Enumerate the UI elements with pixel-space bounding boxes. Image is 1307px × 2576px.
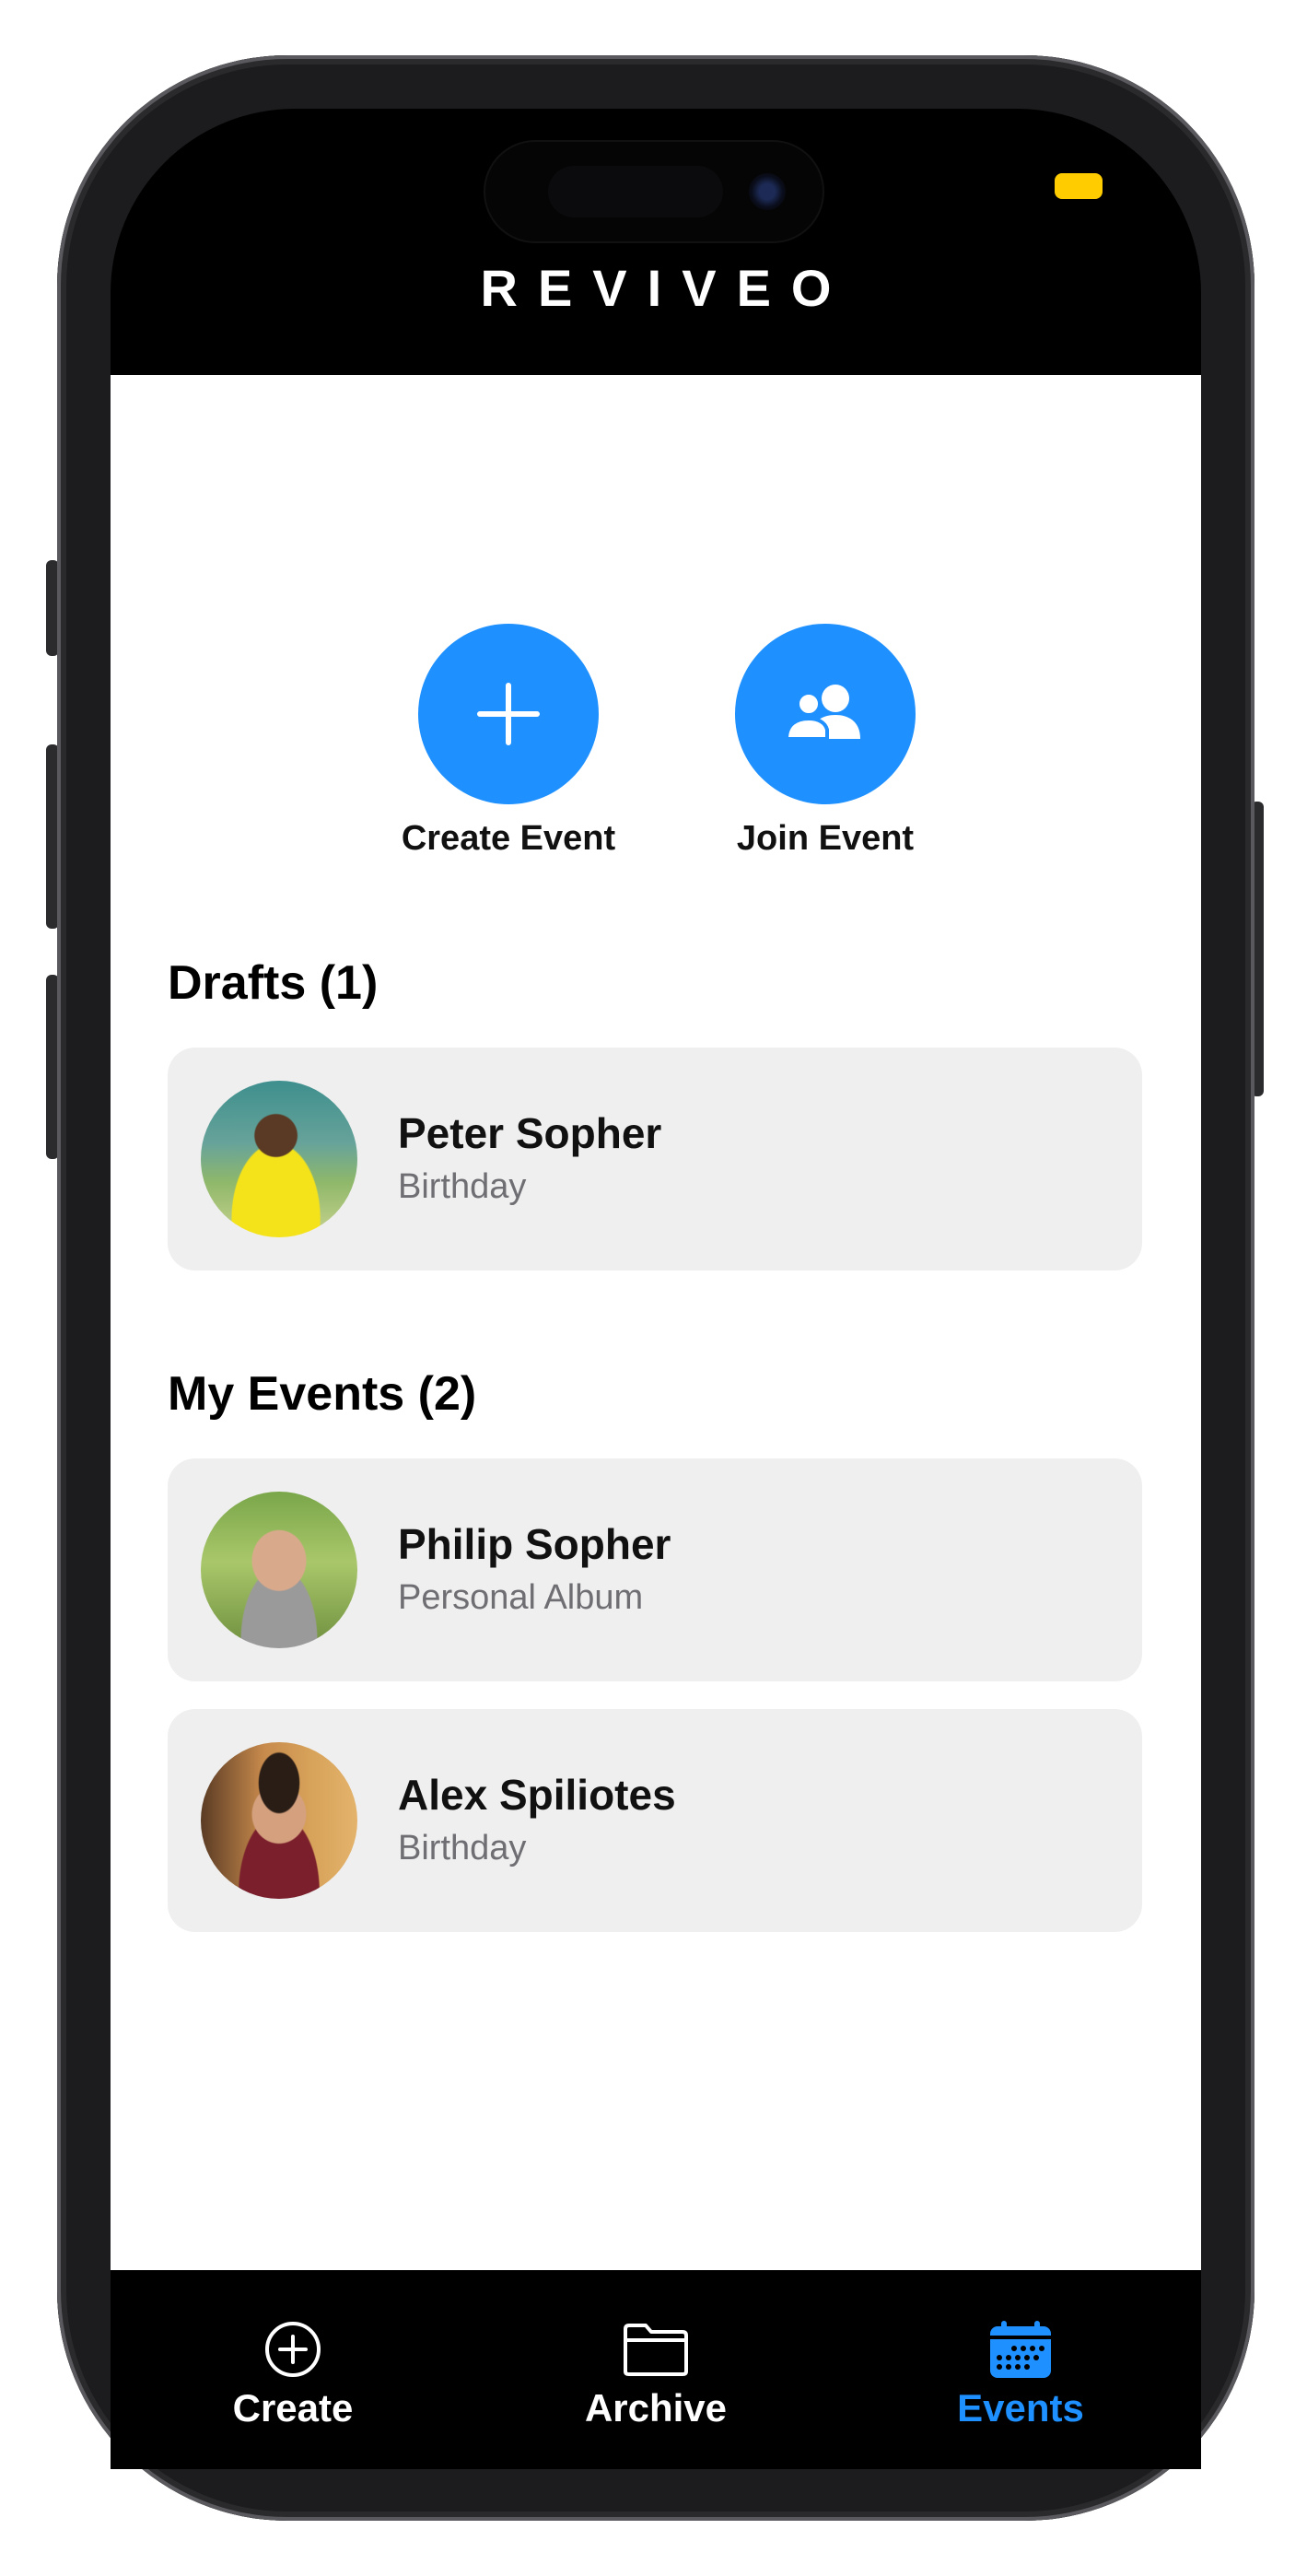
- calendar-icon: [990, 2321, 1051, 2378]
- create-event-circle[interactable]: [418, 624, 599, 804]
- avatar: [201, 1081, 357, 1237]
- event-card[interactable]: Alex Spiliotes Birthday: [168, 1709, 1142, 1932]
- create-event-button[interactable]: Create Event: [389, 624, 628, 859]
- event-name: Alex Spiliotes: [398, 1771, 676, 1819]
- tab-bar: Create Archive Events: [111, 2270, 1201, 2469]
- event-name: Philip Sopher: [398, 1520, 671, 1568]
- event-type: Birthday: [398, 1829, 527, 1868]
- create-event-label: Create Event: [401, 819, 616, 858]
- join-event-button[interactable]: Join Event: [706, 624, 945, 859]
- status-indicator: [1055, 173, 1103, 199]
- join-event-label: Join Event: [736, 819, 915, 858]
- event-card[interactable]: Philip Sopher Personal Album: [168, 1458, 1142, 1681]
- front-camera: [749, 173, 786, 210]
- app-logo: REVIVEO: [480, 259, 852, 317]
- event-type: Personal Album: [398, 1578, 644, 1617]
- sensor: [548, 166, 723, 217]
- folder-icon: [624, 2324, 688, 2376]
- dynamic-island: [484, 140, 824, 243]
- avatar: [201, 1492, 357, 1648]
- tab-icon-wrap: [518, 2316, 794, 2383]
- tab-label: Events: [957, 2386, 1084, 2430]
- main-content: Create Event Join Event Drafts (1) Peter…: [111, 375, 1201, 2270]
- people-icon: [784, 685, 860, 741]
- event-type: Birthday: [398, 1167, 527, 1206]
- tab-archive[interactable]: Archive: [518, 2316, 794, 2430]
- tab-icon-wrap: [882, 2316, 1159, 2383]
- tab-label: Archive: [584, 2386, 728, 2430]
- plus-icon: [477, 683, 540, 745]
- my-events-heading: My Events (2): [168, 1367, 477, 1421]
- plus-circle-icon: [265, 2322, 321, 2377]
- tab-events[interactable]: Events: [882, 2316, 1159, 2430]
- join-event-circle[interactable]: [735, 624, 916, 804]
- drafts-heading: Drafts (1): [168, 956, 379, 1010]
- avatar: [201, 1742, 357, 1899]
- tab-label: Create: [232, 2386, 354, 2430]
- tab-create[interactable]: Create: [155, 2316, 431, 2430]
- tab-icon-wrap: [155, 2316, 431, 2383]
- event-name: Peter Sopher: [398, 1109, 662, 1157]
- draft-card[interactable]: Peter Sopher Birthday: [168, 1048, 1142, 1270]
